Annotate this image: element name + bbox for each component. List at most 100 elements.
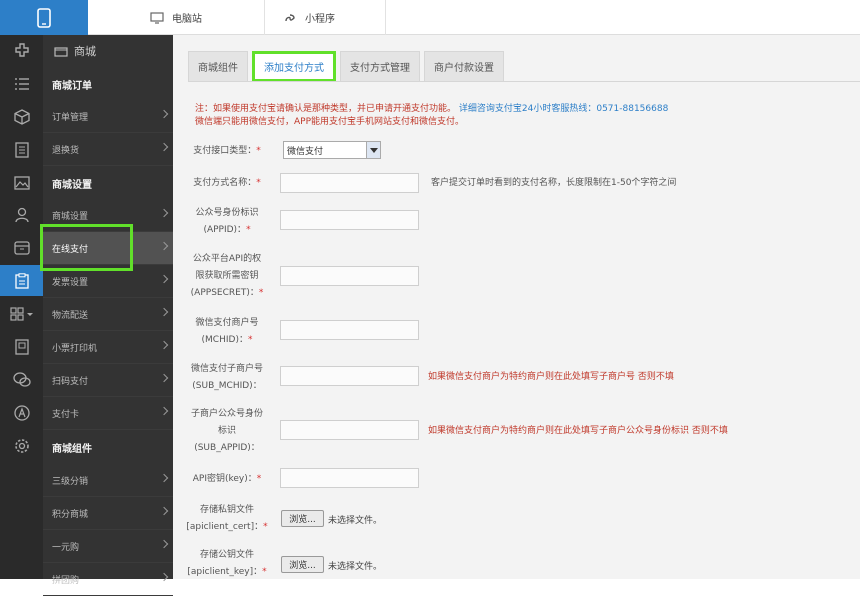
menu-item-returns[interactable]: 退换货	[43, 133, 173, 166]
tab-payment-management[interactable]: 支付方式管理	[340, 51, 420, 81]
menu-item-logistics[interactable]: 物流配送	[43, 298, 173, 331]
app-store-icon	[13, 404, 30, 421]
rail-document[interactable]	[0, 134, 43, 165]
appsecret-input[interactable]	[280, 266, 419, 286]
store-icon	[13, 240, 30, 255]
tab-merchant-payment-settings[interactable]: 商户付款设置	[424, 51, 504, 81]
rail-store[interactable]	[0, 232, 43, 263]
chevron-right-icon	[159, 208, 169, 218]
rail-list[interactable]	[0, 68, 43, 99]
label-text: 支付方式名称：	[193, 178, 257, 188]
sub-appid-label: 子商户公众号身份 标识 (SUB_APPID)：	[173, 408, 281, 455]
sub-mchid-label: 微信支付子商户号 (SUB_MCHID)：	[173, 363, 281, 393]
rail-clipboard[interactable]	[0, 265, 43, 296]
label-text: (APPID)：	[203, 225, 247, 235]
divider	[385, 0, 386, 35]
required-mark: *	[256, 178, 261, 188]
top-tab-mini-program[interactable]: 小程序	[283, 0, 335, 35]
menu-item-order-management[interactable]: 订单管理	[43, 100, 173, 133]
appid-input[interactable]	[280, 210, 419, 230]
menu-item-distribution[interactable]: 三级分销	[43, 464, 173, 497]
top-tab-pc-site[interactable]: 电脑站	[150, 0, 202, 35]
chevron-down-icon	[366, 142, 380, 158]
menu-item-points-mall[interactable]: 积分商城	[43, 497, 173, 530]
chevron-right-icon	[159, 506, 169, 516]
chevron-right-icon	[159, 340, 169, 350]
rail-user[interactable]	[0, 199, 43, 230]
rail-settings[interactable]	[0, 430, 43, 461]
notice-hotline: 详细咨询支付宝24小时客服热线：0571-88156688	[458, 104, 669, 114]
rail-wechat[interactable]	[0, 364, 43, 395]
payment-type-select[interactable]: 微信支付	[283, 141, 381, 159]
divider	[188, 81, 860, 82]
payment-name-input[interactable]	[280, 173, 419, 193]
menu-item-pay-card[interactable]: 支付卡	[43, 397, 173, 430]
menu-item-label: 积分商城	[52, 509, 89, 520]
sub-appid-input[interactable]	[280, 420, 419, 440]
tab-shop-components[interactable]: 商城组件	[188, 51, 248, 81]
key-file-label: 存储公钥文件 [apiclient_key]：*	[173, 549, 281, 579]
appid-label: 公众号身份标识 (APPID)：*	[173, 207, 281, 237]
gear-icon	[14, 438, 29, 453]
menu-group-components: 商城组件	[43, 431, 173, 464]
label-text: 微信支付商户号	[195, 318, 259, 328]
label-text: (MCHID)：	[201, 335, 248, 345]
label-text: 存储私钥文件	[199, 505, 254, 515]
notice-line-2: 微信端只能用微信支付，APP能用支付宝手机网站支付和微信支付。	[195, 117, 465, 127]
sub-mchid-hint: 如果微信支付商户为特约商户则在此处填写子商户号 否则不填	[428, 372, 674, 382]
chevron-right-icon	[159, 373, 169, 383]
label-text: 子商户公众号身份	[190, 409, 263, 419]
menu-group-label: 商城设置	[52, 180, 92, 191]
chevron-right-icon	[159, 109, 169, 119]
monitor-icon	[150, 11, 164, 24]
mchid-input[interactable]	[280, 320, 419, 340]
notice-text: 注：如果使用支付宝请确认是那种类型，并已申请开通支付功能。 详细咨询支付宝24小…	[195, 103, 668, 129]
label-text: 公众号身份标识	[195, 208, 259, 218]
divider	[264, 0, 265, 35]
tab-add-payment[interactable]: 添加支付方式	[252, 51, 336, 82]
sub-appid-hint: 如果微信支付商户为特约商户则在此处填写子商户公众号身份标识 否则不填	[428, 426, 728, 436]
label-text: (SUB_MCHID)：	[192, 381, 262, 391]
label-text: (APPSECRET)：	[190, 288, 259, 298]
menu-item-label: 订单管理	[52, 112, 89, 123]
menu-item-group-buy[interactable]: 拼团购	[43, 563, 173, 596]
top-bar: 电脑站 小程序	[0, 0, 860, 35]
menu-group-settings: 商城设置	[43, 167, 173, 200]
sub-mchid-input[interactable]	[280, 366, 419, 386]
plugin-icon	[14, 42, 29, 57]
menu-item-scan-pay[interactable]: 扫码支付	[43, 364, 173, 397]
chevron-right-icon	[159, 473, 169, 483]
payment-name-hint: 客户提交订单时看到的支付名称，长度限制在1-50个字符之间	[431, 178, 677, 188]
rail-tablet[interactable]	[0, 331, 43, 362]
label-text: [apiclient_cert]：	[186, 522, 264, 532]
menu-item-label: 退换货	[52, 145, 80, 156]
rail-box[interactable]	[0, 101, 43, 132]
rail-apps[interactable]	[0, 298, 43, 329]
clipboard-icon	[14, 272, 29, 289]
mobile-site-tab[interactable]	[0, 0, 88, 35]
chevron-right-icon	[159, 142, 169, 152]
menu-group-label: 商城组件	[52, 444, 92, 455]
menu-header: 商城	[43, 35, 173, 67]
cert-browse-button[interactable]: 浏览...	[281, 510, 324, 527]
menu-item-label: 一元购	[52, 542, 80, 553]
api-key-input[interactable]	[280, 468, 419, 488]
required-mark: *	[262, 567, 267, 577]
menu-item-label: 商城设置	[52, 211, 89, 222]
top-tab-label: 小程序	[305, 14, 335, 25]
icon-rail	[0, 35, 43, 579]
menu-item-one-yuan[interactable]: 一元购	[43, 530, 173, 563]
label-text: 公众平台API的权	[192, 254, 262, 264]
menu-item-receipt-printer[interactable]: 小票打印机	[43, 331, 173, 364]
grid-icon	[9, 306, 33, 321]
label-text: [apiclient_key]：	[187, 567, 263, 577]
top-tab-label: 电脑站	[172, 14, 202, 25]
key-browse-button[interactable]: 浏览...	[281, 556, 324, 573]
rail-image[interactable]	[0, 167, 43, 198]
menu-item-label: 拼团购	[52, 575, 80, 586]
rail-appstore[interactable]	[0, 397, 43, 428]
image-icon	[13, 175, 30, 190]
chevron-right-icon	[159, 274, 169, 284]
user-icon	[14, 207, 29, 222]
rail-plugin[interactable]	[0, 35, 43, 66]
